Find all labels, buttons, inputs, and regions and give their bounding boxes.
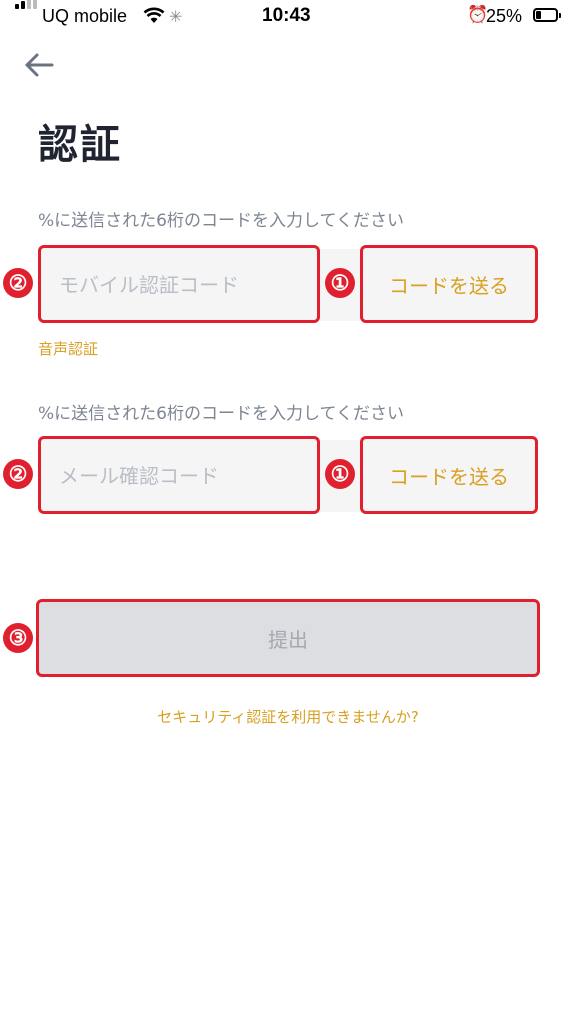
mobile-code-row: コードを送る [38,245,538,323]
annotation-badge: ① [325,268,355,298]
battery-level-fill [536,11,541,19]
email-code-row: コードを送る [38,436,538,514]
alarm-clock-icon: ⏰ [467,5,489,24]
annotation-badge: ② [3,459,33,489]
page-title: 認証 [38,122,122,168]
clock-time: 10:43 [262,5,311,26]
mobile-code-field-wrapper [38,245,320,323]
voice-verification-link[interactable]: 音声認証 [38,338,98,359]
mobile-send-code-button[interactable]: コードを送る [360,245,538,323]
annotation-badge: ③ [3,623,33,653]
activity-spinner-icon: ✳ [169,9,183,26]
carrier-name: UQ mobile [42,6,128,26]
wifi-icon [143,6,165,30]
arrow-left-icon [25,53,54,77]
mobile-code-input[interactable] [57,248,311,322]
back-button[interactable] [22,50,56,80]
submit-button[interactable]: 提出 [36,599,540,677]
email-code-hint: %に送信された6桁のコードを入力してください [38,404,404,424]
annotation-badge: ① [325,459,355,489]
status-bar: UQ mobile ✳ 10:43 ⏰ 25% [0,0,576,34]
battery-nub [559,13,561,18]
mobile-code-hint: %に送信された6桁のコードを入力してください [38,211,404,231]
email-code-field-wrapper [38,436,320,514]
annotation-badge: ② [3,268,33,298]
email-code-input[interactable] [57,439,311,513]
security-help-link[interactable]: セキュリティ認証を利用できませんか? [0,706,576,727]
verification-screen: UQ mobile ✳ 10:43 ⏰ 25% 認証 %に送信された6桁のコード… [0,0,576,1024]
battery-icon [533,8,558,22]
email-send-code-button[interactable]: コードを送る [360,436,538,514]
battery-percent: 25% [486,6,523,26]
